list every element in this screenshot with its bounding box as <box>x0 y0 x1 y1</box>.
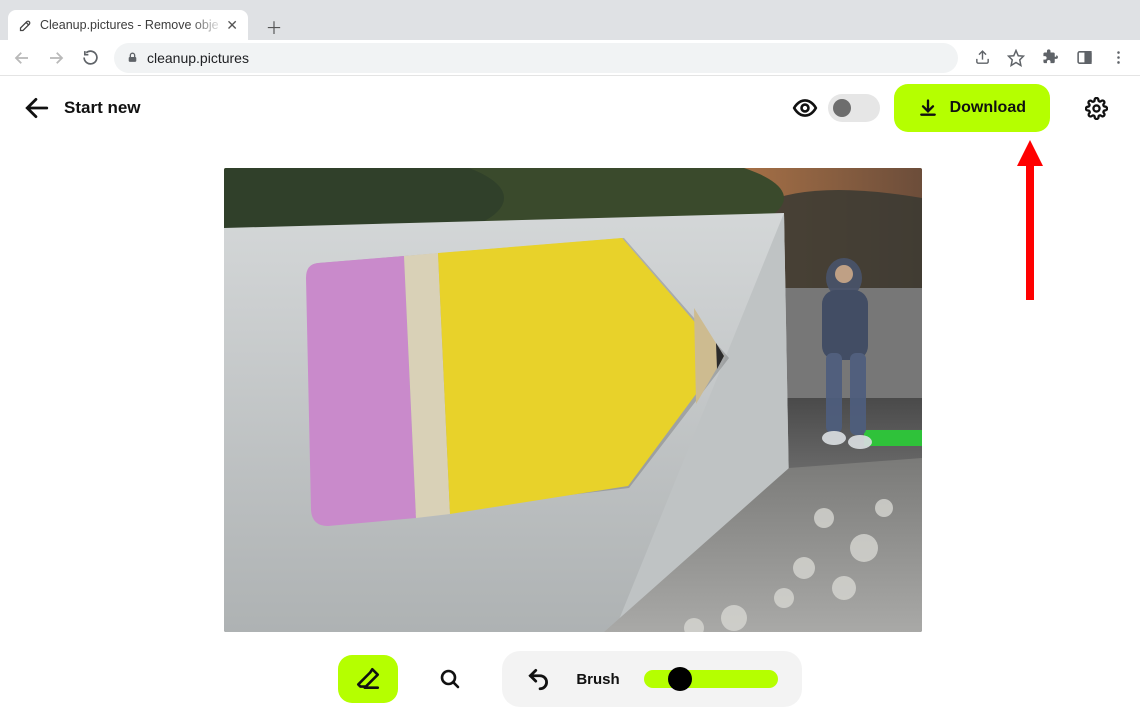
download-label: Download <box>950 99 1026 117</box>
zoom-tool-button[interactable] <box>420 655 480 703</box>
preview-original-button[interactable] <box>788 95 822 121</box>
share-icon[interactable] <box>966 42 998 74</box>
download-icon <box>918 98 938 118</box>
undo-button[interactable] <box>526 666 552 692</box>
image-canvas[interactable] <box>224 168 922 632</box>
nav-forward-button[interactable] <box>40 42 72 74</box>
brush-label: Brush <box>576 671 619 688</box>
new-tab-button[interactable]: ＋ <box>260 12 288 40</box>
nav-reload-button[interactable] <box>74 42 106 74</box>
sidepanel-icon[interactable] <box>1068 42 1100 74</box>
start-new-button[interactable]: Start new <box>24 95 141 121</box>
compare-toggle[interactable] <box>828 94 880 122</box>
nav-back-button[interactable] <box>6 42 38 74</box>
eraser-tool-button[interactable] <box>338 655 398 703</box>
lock-icon <box>126 51 139 64</box>
url-text: cleanup.pictures <box>147 50 249 66</box>
tab-close-button[interactable]: ✕ <box>226 18 238 32</box>
back-arrow-icon <box>24 95 50 121</box>
address-bar[interactable]: cleanup.pictures <box>114 43 958 73</box>
download-button[interactable]: Download <box>894 84 1050 132</box>
editor-toolbar: Brush <box>0 651 1140 707</box>
app-header: Start new Download <box>0 76 1140 140</box>
chrome-menu-button[interactable] <box>1102 42 1134 74</box>
settings-button[interactable] <box>1076 97 1116 120</box>
tab-strip: Cleanup.pictures - Remove objects ✕ ＋ <box>0 13 1140 40</box>
brush-size-slider[interactable] <box>644 670 778 688</box>
brush-panel: Brush <box>502 651 801 707</box>
slider-thumb[interactable] <box>668 667 692 691</box>
tab-favicon <box>18 18 33 33</box>
active-tab[interactable]: Cleanup.pictures - Remove objects ✕ <box>8 10 248 40</box>
start-new-label: Start new <box>64 98 141 118</box>
bookmark-icon[interactable] <box>1000 42 1032 74</box>
toggle-knob <box>833 99 851 117</box>
address-bar-row: cleanup.pictures <box>0 40 1140 76</box>
annotation-arrow <box>1015 140 1045 300</box>
extensions-icon[interactable] <box>1034 42 1066 74</box>
